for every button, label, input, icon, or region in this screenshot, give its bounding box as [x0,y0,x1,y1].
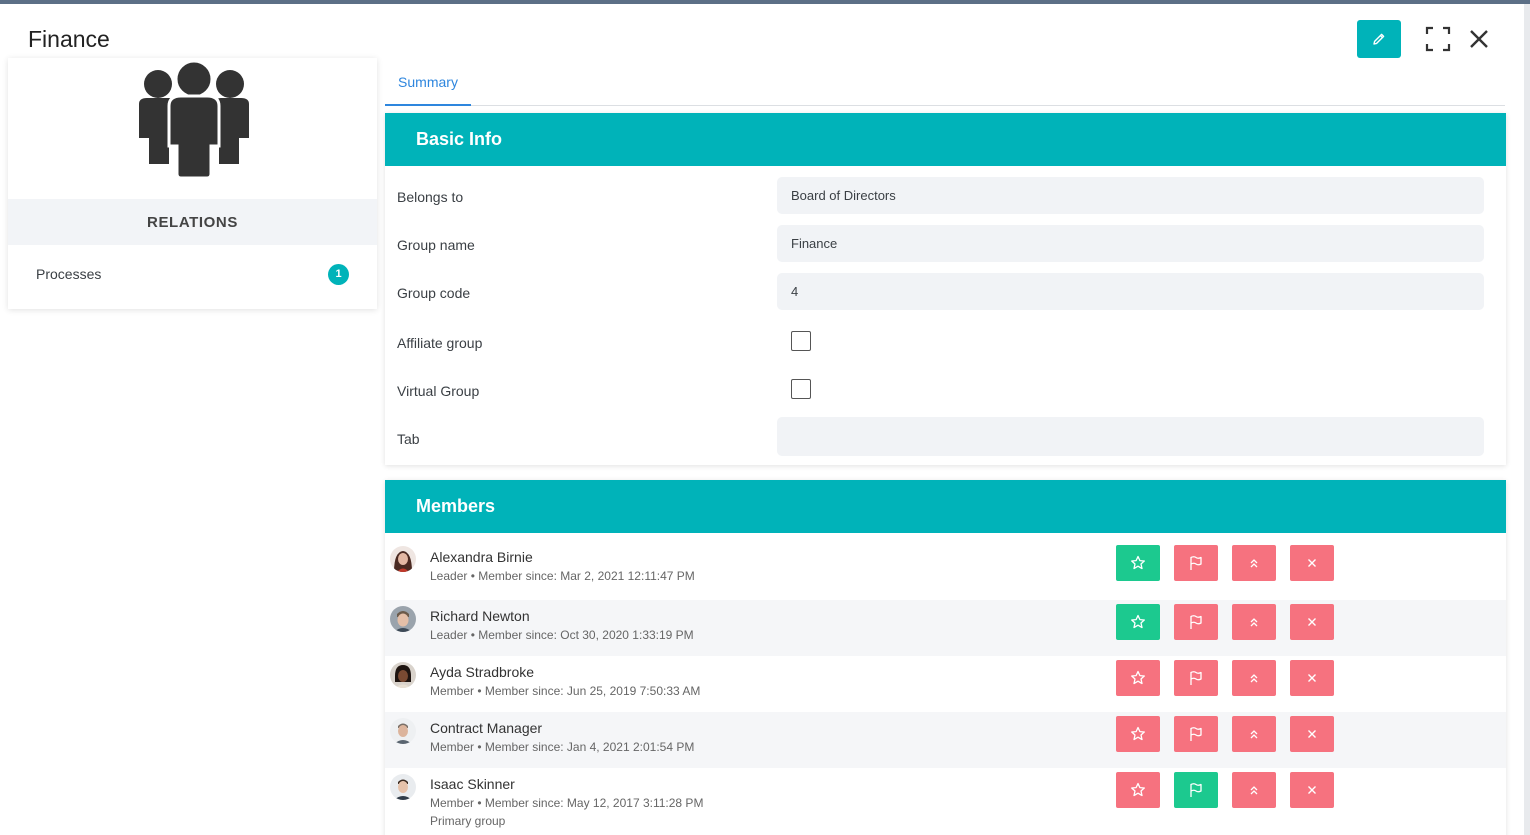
leader-star-button[interactable] [1116,604,1160,640]
leader-star-button[interactable] [1116,716,1160,752]
members-header: Members [385,480,1506,533]
group-name-field[interactable] [777,225,1484,262]
leader-star-button[interactable] [1116,772,1160,808]
leader-star-button[interactable] [1116,545,1160,581]
flag-icon [1190,556,1202,570]
remove-member-button[interactable] [1290,716,1334,752]
promote-button[interactable] [1232,604,1276,640]
window-top-border [0,0,1530,4]
member-meta: Member • Member since: Jan 4, 2021 2:01:… [430,740,695,754]
affiliate-group-row: Affiliate group [385,326,1506,364]
flag-icon [1190,727,1202,741]
close-icon[interactable] [1464,24,1494,54]
flag-icon [1190,615,1202,629]
belongs-to-label: Belongs to [397,189,464,205]
close-icon [1308,618,1316,626]
members-panel: Members Alexandra Birnie Leader • Member… [385,480,1506,835]
remove-member-button[interactable] [1290,660,1334,696]
flag-icon [1190,783,1202,797]
chevron-double-up-icon [1250,559,1258,568]
primary-flag-button[interactable] [1174,716,1218,752]
promote-button[interactable] [1232,716,1276,752]
close-icon [1308,674,1316,682]
member-row: Ayda Stradbroke Member • Member since: J… [385,656,1506,712]
group-users-icon [139,60,249,178]
relations-header: RELATIONS [8,199,377,245]
primary-flag-button[interactable] [1174,660,1218,696]
chevron-double-up-icon [1250,674,1258,683]
tab-field[interactable] [777,417,1484,456]
leader-star-button[interactable] [1116,660,1160,696]
affiliate-group-checkbox[interactable] [791,331,811,351]
tab-bar: Summary [385,60,1505,106]
promote-button[interactable] [1232,660,1276,696]
close-icon [1308,559,1316,567]
promote-button[interactable] [1232,772,1276,808]
group-name-label: Group name [397,237,475,253]
primary-flag-button[interactable] [1174,545,1218,581]
virtual-group-row: Virtual Group [385,374,1506,412]
member-row: Richard Newton Leader • Member since: Oc… [385,600,1506,656]
star-icon [1131,782,1145,797]
avatar [390,546,416,572]
avatar [390,662,416,688]
group-code-field[interactable] [777,273,1484,310]
chevron-double-up-icon [1250,618,1258,627]
star-icon [1131,670,1145,685]
relation-item-processes[interactable]: Processes 1 [8,245,377,303]
member-name[interactable]: Ayda Stradbroke [430,664,534,680]
member-meta: Leader • Member since: Oct 30, 2020 1:33… [430,628,694,642]
promote-button[interactable] [1232,545,1276,581]
close-icon [1308,786,1316,794]
affiliate-group-label: Affiliate group [397,335,483,351]
group-name-row: Group name [385,225,1506,263]
fullscreen-icon[interactable] [1423,24,1453,54]
tab-label: Tab [397,431,420,447]
star-icon [1131,555,1145,570]
header-actions [1357,20,1494,58]
avatar [390,606,416,632]
member-name[interactable]: Richard Newton [430,608,530,624]
member-row: Isaac Skinner Member • Member since: May… [385,768,1506,835]
belongs-to-field[interactable] [777,177,1484,214]
basic-info-header: Basic Info [385,113,1506,166]
tab-summary[interactable]: Summary [385,60,471,106]
star-icon [1131,726,1145,741]
chevron-double-up-icon [1250,730,1258,739]
member-name[interactable]: Contract Manager [430,720,542,736]
member-meta: Leader • Member since: Mar 2, 2021 12:11… [430,569,695,583]
chevron-double-up-icon [1250,786,1258,795]
remove-member-button[interactable] [1290,604,1334,640]
basic-info-panel: Basic Info Belongs to Group name Group c… [385,113,1506,465]
group-card: RELATIONS Processes 1 [8,58,377,309]
avatar [390,774,416,800]
pencil-icon [1373,33,1385,45]
member-row: Contract Manager Member • Member since: … [385,712,1506,768]
scrollbar[interactable] [1524,4,1530,835]
group-code-label: Group code [397,285,471,301]
group-code-row: Group code [385,273,1506,311]
member-name[interactable]: Isaac Skinner [430,776,515,792]
member-meta: Member • Member since: Jun 25, 2019 7:50… [430,684,701,698]
member-row: Alexandra Birnie Leader • Member since: … [385,541,1506,597]
tab-row: Tab [385,417,1506,456]
virtual-group-label: Virtual Group [397,383,480,399]
flag-icon [1190,671,1202,685]
primary-group-label: Primary group [430,814,506,828]
relation-label: Processes [36,266,102,282]
primary-flag-button[interactable] [1174,604,1218,640]
star-icon [1131,614,1145,629]
virtual-group-checkbox[interactable] [791,379,811,399]
count-badge: 1 [328,263,349,285]
belongs-to-row: Belongs to [385,177,1506,215]
close-icon [1308,730,1316,738]
primary-flag-button[interactable] [1174,772,1218,808]
member-meta: Member • Member since: May 12, 2017 3:11… [430,796,704,810]
member-name[interactable]: Alexandra Birnie [430,549,533,565]
edit-button[interactable] [1357,20,1401,58]
remove-member-button[interactable] [1290,772,1334,808]
page-title: Finance [28,26,110,52]
remove-member-button[interactable] [1290,545,1334,581]
avatar [390,718,416,744]
